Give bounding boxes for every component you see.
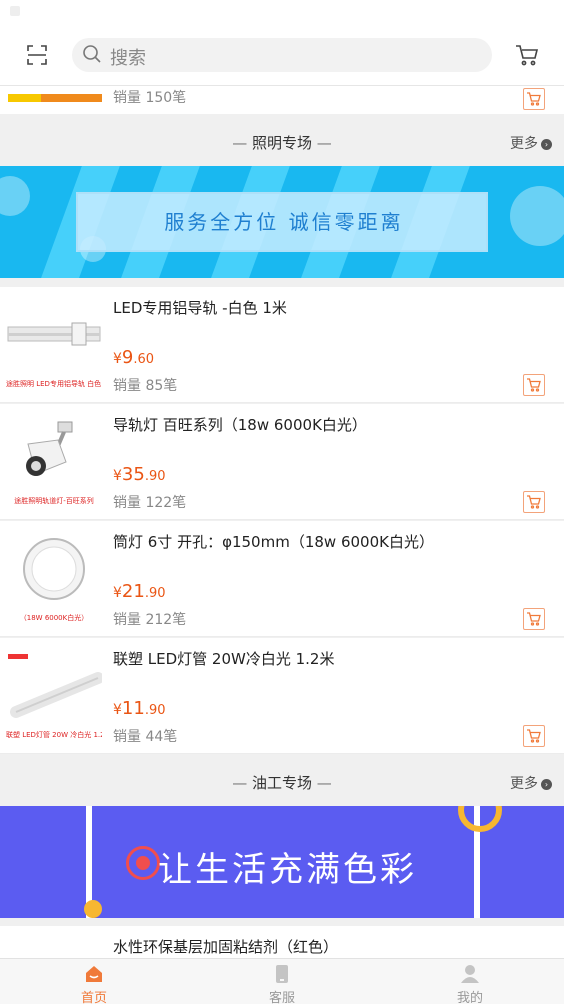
more-link[interactable]: 更多 ›: [510, 773, 552, 793]
top-bar: 搜索: [0, 24, 564, 86]
product-sold: 销量 150笔: [113, 90, 187, 106]
product-item-partial[interactable]: 销量 150笔: [0, 86, 564, 114]
home-icon: [84, 964, 104, 984]
scan-icon[interactable]: [26, 44, 48, 66]
add-to-cart-icon[interactable]: [523, 725, 545, 747]
product-sold: 销量 212笔: [113, 612, 187, 628]
product-name: 筒灯 6寸 开孔：φ150mm（18w 6000K白光）: [113, 533, 434, 551]
product-name: LED专用铝导轨 -白色 1米: [113, 299, 287, 317]
add-to-cart-icon[interactable]: [523, 374, 545, 396]
section-title: 照明专场: [251, 134, 312, 152]
tab-profile[interactable]: 我的: [376, 959, 564, 1004]
product-item[interactable]: 水性环保基层加固粘结剂（红色）: [0, 926, 564, 958]
section-header-painting: — 油工专场 — 更多 ›: [0, 754, 564, 806]
tab-home[interactable]: 首页: [0, 959, 188, 1004]
product-sold: 销量 85笔: [113, 378, 178, 394]
cart-icon[interactable]: [514, 42, 540, 68]
tab-service[interactable]: 客服: [188, 959, 376, 1004]
product-price: ¥21.90: [113, 581, 166, 602]
status-bar: [0, 0, 564, 24]
service-icon: [272, 964, 292, 984]
product-image: [8, 94, 102, 102]
product-price: ¥9.60: [113, 347, 155, 368]
notification-icon: [10, 6, 20, 16]
product-item[interactable]: 途胜照明轨道灯-百旺系列 导轨灯 百旺系列（18w 6000K白光） ¥35.9…: [0, 404, 564, 520]
lighting-banner[interactable]: 服务全方位 诚信零距离: [0, 166, 564, 278]
more-link[interactable]: 更多 ›: [510, 133, 552, 153]
product-name: 联塑 LED灯管 20W冷白光 1.2米: [113, 650, 335, 668]
product-image: 途胜照明轨道灯-百旺系列: [6, 416, 102, 508]
banner-slogan: 让生活充满色彩: [158, 850, 417, 890]
product-item[interactable]: 途胜照明 LED专用铝导轨 白色 1米 LED专用铝导轨 -白色 1米 ¥9.6…: [0, 287, 564, 403]
product-name: 水性环保基层加固粘结剂（红色）: [113, 938, 339, 956]
product-image: （18W 6000K白光）: [6, 533, 102, 625]
add-to-cart-icon[interactable]: [523, 88, 545, 110]
product-sold: 销量 44笔: [113, 729, 178, 745]
arrow-right-icon: ›: [541, 779, 552, 790]
painting-banner[interactable]: 让生活充满色彩: [0, 806, 564, 918]
section-title: 油工专场: [251, 774, 312, 792]
search-placeholder: 搜索: [110, 48, 146, 69]
product-image: 联塑 LED灯管 20W 冷白光 1.2米: [6, 650, 104, 742]
user-icon: [460, 964, 480, 984]
banner-slogan: 服务全方位 诚信零距离: [164, 210, 404, 234]
product-price: ¥35.90: [113, 464, 166, 485]
product-name: 导轨灯 百旺系列（18w 6000K白光）: [113, 416, 367, 434]
banner-board: 服务全方位 诚信零距离: [76, 192, 488, 252]
product-sold: 销量 122笔: [113, 495, 187, 511]
search-icon: [82, 44, 102, 64]
add-to-cart-icon[interactable]: [523, 491, 545, 513]
arrow-right-icon: ›: [541, 139, 552, 150]
product-item[interactable]: （18W 6000K白光） 筒灯 6寸 开孔：φ150mm（18w 6000K白…: [0, 521, 564, 637]
section-header-lighting: — 照明专场 — 更多 ›: [0, 114, 564, 166]
product-price: ¥11.90: [113, 698, 166, 719]
search-box[interactable]: 搜索: [72, 38, 492, 72]
product-image: 途胜照明 LED专用铝导轨 白色 1米: [6, 299, 102, 391]
product-item[interactable]: 联塑 LED灯管 20W 冷白光 1.2米 联塑 LED灯管 20W冷白光 1.…: [0, 638, 564, 754]
add-to-cart-icon[interactable]: [523, 608, 545, 630]
app-screen: 搜索 销量 150笔 — 照明专场 — 更多 › 服务全方位 诚信零距离 途胜照…: [0, 0, 564, 1004]
bottom-tab-bar: 首页 客服 我的: [0, 958, 564, 1004]
content-scroll[interactable]: 销量 150笔 — 照明专场 — 更多 › 服务全方位 诚信零距离 途胜照明 L…: [0, 86, 564, 958]
